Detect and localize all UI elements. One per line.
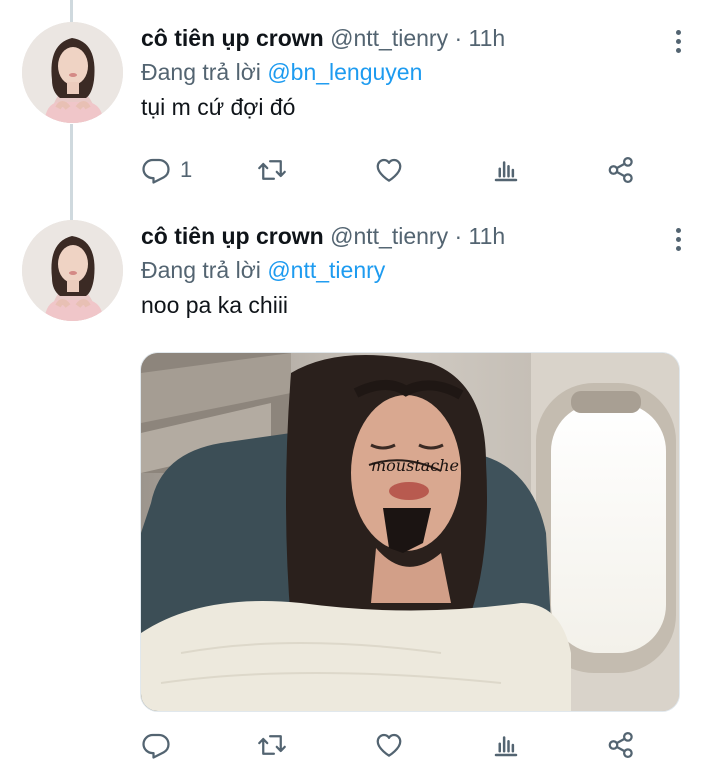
tweet[interactable]: cô tiên ụp crown @ntt_tienry · 11h Đang … — [0, 220, 720, 772]
share-icon — [608, 732, 633, 758]
tweet-header: cô tiên ụp crown @ntt_tienry · 11h — [141, 220, 505, 252]
analytics-button[interactable] — [491, 153, 521, 187]
replying-to-handle[interactable]: @bn_lenguyen — [267, 59, 422, 85]
analytics-button[interactable] — [491, 728, 521, 762]
avatar[interactable] — [22, 220, 123, 321]
heart-icon — [376, 733, 402, 757]
reply-button[interactable]: 1 — [141, 153, 192, 187]
replying-prefix: Đang trả lời — [141, 257, 261, 283]
more-vertical-icon[interactable] — [667, 226, 689, 252]
retweet-button[interactable] — [257, 728, 287, 762]
like-button[interactable] — [374, 728, 404, 762]
display-name[interactable]: cô tiên ụp crown — [141, 223, 324, 249]
tweet-actions: 1 — [141, 153, 701, 187]
replying-to: Đang trả lời @ntt_tienry — [141, 254, 385, 286]
user-handle[interactable]: @ntt_tienry — [330, 223, 448, 249]
timestamp[interactable]: 11h — [469, 25, 506, 51]
replying-to: Đang trả lời @bn_lenguyen — [141, 56, 422, 88]
tweet-header: cô tiên ụp crown @ntt_tienry · 11h — [141, 22, 505, 54]
replying-prefix: Đang trả lời — [141, 59, 261, 85]
user-handle[interactable]: @ntt_tienry — [330, 25, 448, 51]
reply-icon — [142, 733, 170, 759]
tweet-text: tụi m cứ đợi đó — [141, 94, 296, 120]
reply-icon — [142, 158, 170, 184]
like-button[interactable] — [374, 153, 404, 187]
analytics-icon — [494, 161, 518, 182]
separator: · — [454, 223, 463, 249]
timestamp[interactable]: 11h — [469, 223, 506, 249]
tweet-text: noo pa ka chiii — [141, 292, 289, 318]
share-icon — [608, 157, 633, 183]
reply-count: 1 — [180, 157, 193, 182]
separator: · — [454, 25, 463, 51]
photo-handwriting: moustache — [371, 456, 459, 475]
tweet-photo[interactable]: moustache — [140, 352, 680, 712]
heart-icon — [376, 158, 402, 182]
thread-line-top — [70, 0, 73, 22]
display-name[interactable]: cô tiên ụp crown — [141, 25, 324, 51]
share-button[interactable] — [606, 153, 636, 187]
tweet[interactable]: cô tiên ụp crown @ntt_tienry · 11h Đang … — [0, 22, 720, 202]
more-vertical-icon[interactable] — [667, 28, 689, 54]
reply-button[interactable] — [141, 728, 180, 762]
analytics-icon — [494, 736, 518, 757]
replying-to-handle[interactable]: @ntt_tienry — [267, 257, 385, 283]
retweet-icon — [258, 735, 286, 755]
retweet-button[interactable] — [257, 153, 287, 187]
retweet-icon — [258, 160, 286, 180]
avatar[interactable] — [22, 22, 123, 123]
share-button[interactable] — [606, 728, 636, 762]
tweet-actions — [141, 728, 701, 762]
